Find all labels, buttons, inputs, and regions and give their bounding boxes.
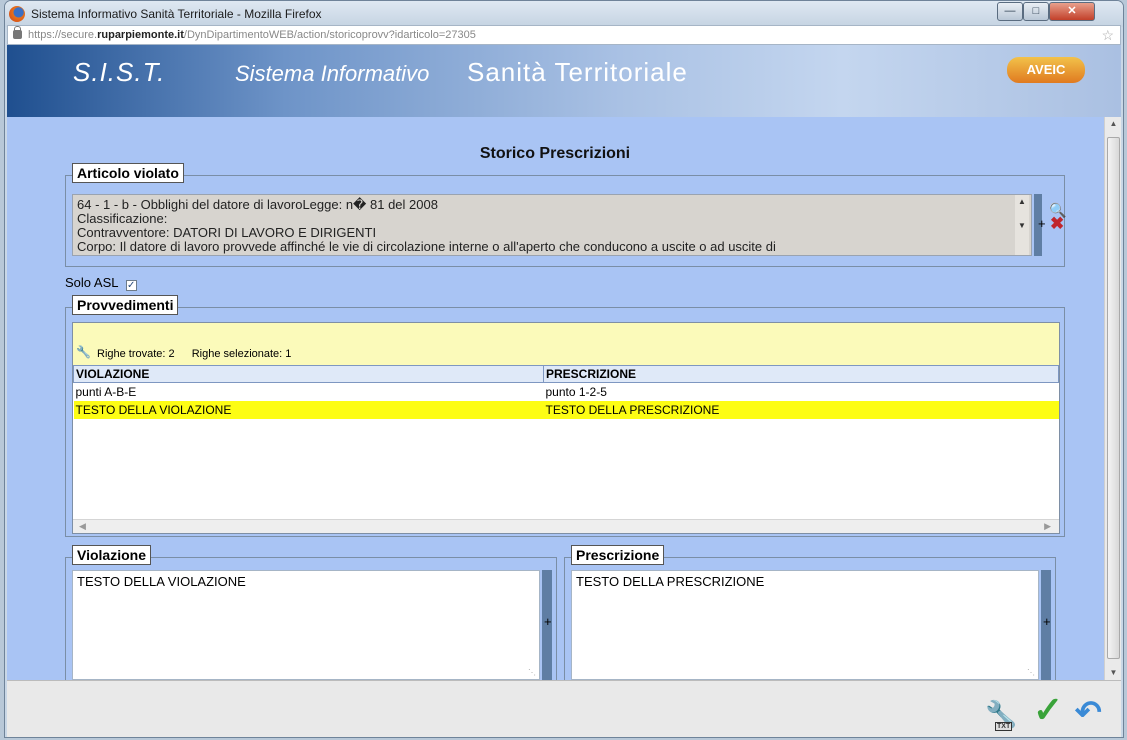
lock-icon bbox=[13, 26, 22, 39]
prescrizione-legend: Prescrizione bbox=[571, 545, 665, 565]
wrench-icon[interactable]: 🔧 bbox=[76, 345, 91, 359]
banner-sist-logo: S.I.S.T. bbox=[73, 57, 166, 87]
bookmark-star-icon[interactable]: ☆ bbox=[1101, 27, 1114, 44]
articolo-violato-section: Articolo violato 64 - 1 - b - Obblighi d… bbox=[65, 163, 1066, 267]
articolo-line: Contravventore: DATORI DI LAVORO E DIRIG… bbox=[77, 225, 377, 240]
articolo-line: 64 - 1 - b - Obblighi del datore di lavo… bbox=[77, 197, 438, 212]
provvedimenti-table: VIOLAZIONE PRESCRIZIONE punti A-B-E punt… bbox=[73, 365, 1059, 419]
cell-violazione: TESTO DELLA VIOLAZIONE bbox=[73, 400, 544, 419]
solo-asl-label: Solo ASL bbox=[65, 275, 119, 290]
footer-toolbar: 🔧 TXT ✓ ↶ bbox=[7, 680, 1121, 737]
violazione-section: Violazione TESTO DELLA VIOLAZIONE ⋱ + bbox=[65, 545, 557, 680]
page-vertical-scrollbar[interactable]: ▲ ▼ bbox=[1104, 117, 1121, 680]
page-title: Storico Prescrizioni bbox=[479, 145, 631, 162]
violazione-expand-button[interactable]: + bbox=[544, 614, 552, 629]
prescrizione-text: TESTO DELLA PRESCRIZIONE bbox=[576, 574, 765, 589]
address-bar[interactable]: https://secure.ruparpiemonte.it/DynDipar… bbox=[7, 25, 1121, 45]
column-header-prescrizione[interactable]: PRESCRIZIONE bbox=[543, 365, 1059, 383]
prescrizione-expand-button[interactable]: + bbox=[1043, 614, 1051, 629]
righe-selezionate: Righe selezionate: 1 bbox=[191, 348, 292, 360]
browser-window: Sistema Informativo Sanità Territoriale … bbox=[4, 0, 1124, 738]
grid-horizontal-scrollbar[interactable]: ◀ ▶ bbox=[73, 519, 1059, 533]
close-window-button[interactable]: ✕ bbox=[1049, 2, 1095, 21]
clear-x-icon[interactable]: ✖ bbox=[1050, 215, 1064, 232]
window-title: Sistema Informativo Sanità Territoriale … bbox=[31, 7, 322, 21]
scroll-down-icon[interactable]: ▼ bbox=[1015, 219, 1029, 233]
provvedimenti-grid: 🔧 Righe trovate: 2 Righe selezionate: 1 … bbox=[72, 322, 1060, 534]
confirm-check-icon[interactable]: ✓ bbox=[1033, 689, 1063, 731]
back-undo-icon[interactable]: ↶ bbox=[1075, 693, 1102, 731]
title-bar: Sistema Informativo Sanità Territoriale … bbox=[5, 1, 1123, 27]
row-counts: Righe trovate: 2 Righe selezionate: 1 bbox=[97, 348, 305, 360]
articolo-textarea[interactable]: 64 - 1 - b - Obblighi del datore di lavo… bbox=[72, 194, 1032, 256]
violazione-text: TESTO DELLA VIOLAZIONE bbox=[77, 574, 246, 589]
articolo-line: Corpo: Il datore di lavoro provvede affi… bbox=[77, 239, 776, 254]
provvedimenti-legend: Provvedimenti bbox=[72, 295, 179, 315]
articolo-line: Classificazione: bbox=[77, 211, 168, 226]
maximize-button[interactable]: □ bbox=[1023, 2, 1049, 21]
prescrizione-section: Prescrizione TESTO DELLA PRESCRIZIONE ⋱ … bbox=[564, 545, 1056, 680]
solo-asl-option[interactable]: Solo ASL ✓ bbox=[65, 275, 137, 291]
prescrizione-textarea[interactable]: TESTO DELLA PRESCRIZIONE ⋱ bbox=[571, 570, 1039, 680]
url-text[interactable]: https://secure.ruparpiemonte.it/DynDipar… bbox=[28, 29, 476, 41]
page-content: Storico Prescrizioni Articolo violato 64… bbox=[7, 117, 1121, 680]
aveic-logo: AVEIC bbox=[1007, 57, 1085, 83]
column-header-violazione[interactable]: VIOLAZIONE bbox=[73, 365, 544, 383]
scrollbar-thumb[interactable] bbox=[1107, 137, 1120, 659]
violazione-textarea[interactable]: TESTO DELLA VIOLAZIONE ⋱ bbox=[72, 570, 540, 680]
solo-asl-checkbox[interactable]: ✓ bbox=[125, 280, 137, 291]
minimize-button[interactable]: — bbox=[997, 2, 1023, 21]
resize-grip-icon[interactable]: ⋱ bbox=[528, 668, 536, 677]
scroll-left-icon[interactable]: ◀ bbox=[79, 521, 86, 532]
txt-badge: TXT bbox=[995, 722, 1013, 731]
provvedimenti-section: Provvedimenti 🔧 Righe trovate: 2 Righe s… bbox=[65, 295, 1065, 537]
scroll-up-icon[interactable]: ▲ bbox=[1105, 117, 1121, 131]
cell-prescrizione: punto 1-2-5 bbox=[545, 384, 607, 399]
table-row[interactable]: punti A-B-E punto 1-2-5 bbox=[74, 383, 1059, 401]
articolo-expand-button[interactable]: + bbox=[1038, 216, 1046, 231]
scroll-down-icon[interactable]: ▼ bbox=[1105, 666, 1121, 680]
banner-sanita-territoriale: Sanità Territoriale bbox=[467, 57, 688, 87]
grid-toolbar: 🔧 Righe trovate: 2 Righe selezionate: 1 bbox=[73, 323, 1059, 365]
banner-sistema-informativo: Sistema Informativo bbox=[235, 61, 430, 86]
articolo-scrollbar[interactable]: ▲ ▼ bbox=[1015, 195, 1029, 255]
table-row-selected[interactable]: TESTO DELLA VIOLAZIONE TESTO DELLA PRESC… bbox=[73, 400, 1059, 419]
violazione-legend: Violazione bbox=[72, 545, 151, 565]
righe-trovate: Righe trovate: 2 bbox=[97, 348, 175, 360]
cell-violazione: punti A-B-E bbox=[75, 384, 137, 399]
scroll-right-icon[interactable]: ▶ bbox=[1044, 521, 1051, 532]
cell-prescrizione: TESTO DELLA PRESCRIZIONE bbox=[543, 400, 1059, 419]
articolo-violato-legend: Articolo violato bbox=[72, 163, 184, 183]
firefox-logo-icon bbox=[9, 6, 25, 22]
resize-grip-icon[interactable]: ⋱ bbox=[1027, 668, 1035, 677]
app-banner: S.I.S.T. Sistema Informativo Sanità Terr… bbox=[7, 45, 1121, 117]
scroll-up-icon[interactable]: ▲ bbox=[1015, 195, 1029, 209]
